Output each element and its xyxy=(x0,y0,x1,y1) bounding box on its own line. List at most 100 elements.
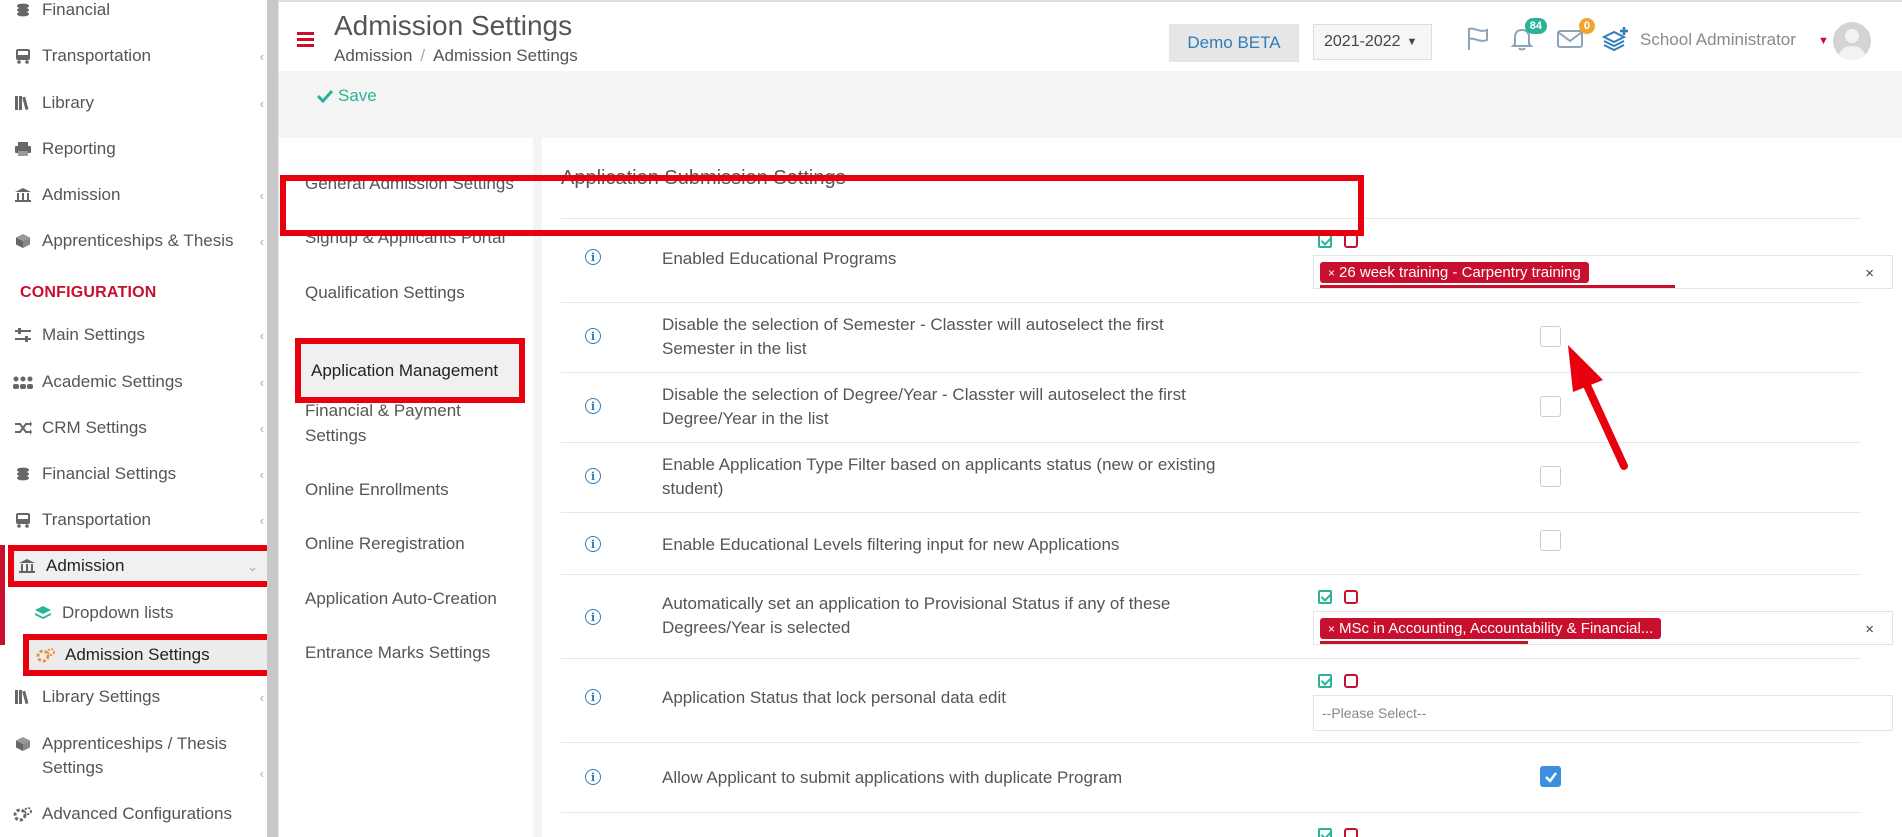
sidebar-item-library-settings[interactable]: Library Settings ‹ xyxy=(10,681,268,713)
chevron-left-icon: ‹ xyxy=(259,690,264,705)
coins-icon xyxy=(10,0,36,20)
setting-label: Enable Application Type Filter based on … xyxy=(662,455,1216,498)
info-icon[interactable]: i xyxy=(585,249,601,265)
demo-beta-button[interactable]: Demo BETA xyxy=(1169,24,1299,62)
user-name[interactable]: School Administrator xyxy=(1640,30,1796,50)
bell-icon[interactable]: 84 xyxy=(1505,18,1547,54)
info-icon[interactable]: i xyxy=(585,769,601,785)
setting-label: Application Status that lock personal da… xyxy=(662,688,1006,707)
sidebar-item-label: Apprenticeships & Thesis xyxy=(42,231,234,250)
flag-icon[interactable] xyxy=(1461,24,1495,54)
notifications-count-badge: 84 xyxy=(1524,18,1547,34)
avatar[interactable] xyxy=(1833,22,1871,60)
setting-label: Disable the selection of Degree/Year - C… xyxy=(662,385,1186,428)
info-icon[interactable]: i xyxy=(585,328,601,344)
sidebar-item-academic-settings[interactable]: Academic Settings ‹ xyxy=(10,366,268,398)
info-icon[interactable]: i xyxy=(585,468,601,484)
bus-icon xyxy=(10,510,36,530)
sidebar-item-financial-settings[interactable]: Financial Settings ‹ xyxy=(10,458,268,490)
deselect-all-icon[interactable] xyxy=(1344,674,1358,688)
remove-tag-icon[interactable]: × xyxy=(1328,622,1335,636)
educational-levels-filter-checkbox[interactable] xyxy=(1540,530,1561,551)
breadcrumb-item-admission[interactable]: Admission xyxy=(334,46,412,65)
sidebar-item-label: Academic Settings xyxy=(42,372,183,391)
sidebar-item-library[interactable]: Library ‹ xyxy=(10,87,268,119)
sidebar-item-transportation[interactable]: Transportation ‹ xyxy=(10,40,268,72)
sidebar-item-admission-config-label[interactable]: Admission ⌄ xyxy=(14,550,272,582)
provisional-degrees-multiselect[interactable]: × MSc in Accounting, Accountability & Fin… xyxy=(1313,611,1893,645)
sidebar-item-admission[interactable]: Admission ‹ xyxy=(10,179,268,211)
select-all-icon[interactable] xyxy=(1318,828,1332,837)
selected-tag[interactable]: × MSc in Accounting, Accountability & Fin… xyxy=(1320,618,1662,639)
hamburger-menu-icon[interactable] xyxy=(297,32,314,47)
deselect-all-icon[interactable] xyxy=(1344,590,1358,604)
clear-selection-icon[interactable]: × xyxy=(1865,621,1874,638)
tag-label: MSc in Accounting, Accountability & Fina… xyxy=(1339,620,1654,637)
sidebar-item-apprenticeships-settings[interactable]: Apprenticeships / Thesis Settings ‹ xyxy=(10,732,268,784)
select-all-controls xyxy=(1318,234,1358,248)
info-icon[interactable]: i xyxy=(585,609,601,625)
caret-down-icon[interactable]: ▼ xyxy=(1818,35,1829,47)
educational-programs-multiselect[interactable]: × 26 week training - Carpentry training × xyxy=(1313,255,1893,289)
select-all-icon[interactable] xyxy=(1318,674,1332,688)
info-icon[interactable]: i xyxy=(585,536,601,552)
setting-row: i Enable Educational Levels filtering in… xyxy=(561,512,1861,574)
sidebar-item-financial[interactable]: Financial xyxy=(10,0,268,26)
setting-row xyxy=(561,812,1861,837)
sidebar-item-reporting[interactable]: Reporting xyxy=(10,133,268,165)
select-all-icon[interactable] xyxy=(1318,590,1332,604)
select-all-controls xyxy=(1318,828,1358,837)
select-all-icon[interactable] xyxy=(1318,234,1332,248)
top-header: Admission Settings Admission / Admission S… xyxy=(279,0,1902,71)
selected-tag[interactable]: × 26 week training - Carpentry training xyxy=(1320,262,1589,283)
chevron-left-icon: ‹ xyxy=(259,328,264,343)
academic-year-select[interactable]: 2021-2022 ▼ xyxy=(1313,24,1432,60)
chevron-left-icon: ‹ xyxy=(259,375,264,390)
sidebar-item-label: Admission xyxy=(46,556,125,575)
tab-application-auto-creation[interactable]: Application Auto-Creation xyxy=(305,586,530,611)
tab-entrance-marks[interactable]: Entrance Marks Settings xyxy=(305,640,530,665)
disable-semester-checkbox[interactable] xyxy=(1540,326,1561,347)
setting-row: i Disable the selection of Degree/Year -… xyxy=(561,372,1861,442)
deselect-all-icon[interactable] xyxy=(1344,234,1358,248)
sidebar-item-label: Transportation xyxy=(42,46,151,65)
select-all-controls xyxy=(1318,674,1358,688)
cogs-icon xyxy=(10,804,36,824)
messages-count-badge: 0 xyxy=(1578,18,1595,34)
tab-online-enrollments[interactable]: Online Enrollments xyxy=(305,477,530,502)
info-icon[interactable]: i xyxy=(585,689,601,705)
info-icon[interactable]: i xyxy=(585,398,601,414)
sidebar-item-label: Admission xyxy=(42,185,121,204)
sidebar-item-label: Reporting xyxy=(42,139,116,158)
layers-plus-icon[interactable] xyxy=(1599,24,1633,54)
sidebar-item-dropdown-lists[interactable]: Dropdown lists xyxy=(30,597,270,629)
sidebar-item-main-settings[interactable]: Main Settings ‹ xyxy=(10,319,268,351)
check-icon xyxy=(1545,772,1557,783)
deselect-all-icon[interactable] xyxy=(1344,828,1358,837)
tab-online-reregistration[interactable]: Online Reregistration xyxy=(305,531,530,556)
sidebar-item-transportation-config[interactable]: Transportation ‹ xyxy=(10,504,268,536)
disable-degree-checkbox[interactable] xyxy=(1540,396,1561,417)
layers-icon xyxy=(30,603,56,623)
duplicate-program-checkbox[interactable] xyxy=(1540,766,1561,787)
envelope-icon[interactable]: 0 xyxy=(1553,18,1595,54)
sidebar-item-label: CRM Settings xyxy=(42,418,147,437)
sidebar-section-configuration: CONFIGURATION xyxy=(20,284,157,301)
sidebar-scrollbar[interactable] xyxy=(267,0,278,837)
tab-qualification[interactable]: Qualification Settings xyxy=(305,280,530,305)
status-lock-select[interactable]: --Please Select-- xyxy=(1313,695,1893,731)
remove-tag-icon[interactable]: × xyxy=(1328,266,1335,280)
clear-selection-icon[interactable]: × xyxy=(1865,265,1874,282)
sidebar-item-advanced-configurations[interactable]: Advanced Configurations xyxy=(10,798,268,830)
tab-financial-payment[interactable]: Financial & Payment Settings xyxy=(305,398,505,448)
sidebar-item-crm-settings[interactable]: CRM Settings ‹ xyxy=(10,412,268,444)
application-type-filter-checkbox[interactable] xyxy=(1540,466,1561,487)
sidebar-item-label: Dropdown lists xyxy=(62,603,174,622)
save-button[interactable]: Save xyxy=(317,86,377,106)
tab-application-management[interactable]: Application Management xyxy=(295,338,525,403)
sidebar-item-label: Transportation xyxy=(42,510,151,529)
tag-label: 26 week training - Carpentry training xyxy=(1339,264,1581,281)
chevron-left-icon: ‹ xyxy=(259,49,264,64)
sidebar-item-apprenticeships[interactable]: Apprenticeships & Thesis ‹ xyxy=(10,225,268,257)
sidebar-item-admission-settings-label[interactable]: Admission Settings xyxy=(33,639,273,671)
